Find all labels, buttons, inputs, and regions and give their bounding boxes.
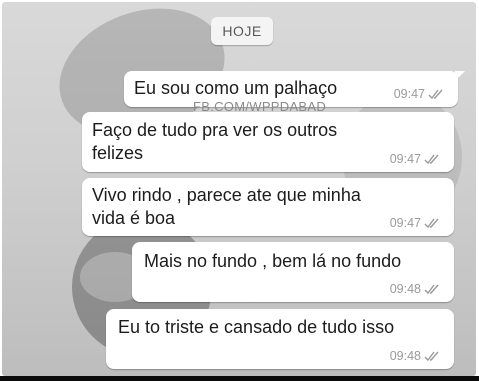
message-bubble[interactable]: Vivo rindo , parece ate que minha vida é… <box>82 178 454 236</box>
screenshot-frame: HOJE Eu sou como um palhaço 09:47 FB.COM… <box>0 0 479 381</box>
bottom-edge-bar <box>0 376 479 381</box>
double-check-icon <box>424 217 442 229</box>
message-text: Mais no fundo , bem lá no fundo <box>144 251 402 271</box>
message-time: 09:48 <box>389 282 421 296</box>
message-time: 09:48 <box>389 349 421 363</box>
date-separator: HOJE <box>211 17 273 45</box>
message-bubble[interactable]: Faço de tudo pra ver os outros felizes 0… <box>82 112 454 172</box>
message-time: 09:47 <box>389 216 421 230</box>
double-check-icon <box>424 283 442 295</box>
message-text: Vivo rindo , parece ate que minha vida é… <box>92 185 361 228</box>
double-check-icon <box>424 350 442 362</box>
message-meta: 09:48 <box>390 282 442 296</box>
double-check-icon <box>424 153 442 165</box>
message-time: 09:47 <box>389 152 421 166</box>
message-meta: 09:48 <box>390 349 442 363</box>
bubble-tail <box>455 71 465 81</box>
message-time: 09:47 <box>393 87 425 101</box>
message-bubble[interactable]: Mais no fundo , bem lá no fundo 09:48 <box>132 242 454 302</box>
message-text: Eu to triste e cansado de tudo isso <box>118 317 395 337</box>
double-check-icon <box>428 88 446 100</box>
message-meta: 09:47 <box>390 152 442 166</box>
message-text: Eu sou como um palhaço <box>134 78 338 98</box>
message-bubble[interactable]: Eu to triste e cansado de tudo isso 09:4… <box>106 309 454 369</box>
message-meta: 09:47 <box>394 87 446 101</box>
message-meta: 09:47 <box>390 216 442 230</box>
message-text: Faço de tudo pra ver os outros felizes <box>92 120 338 163</box>
